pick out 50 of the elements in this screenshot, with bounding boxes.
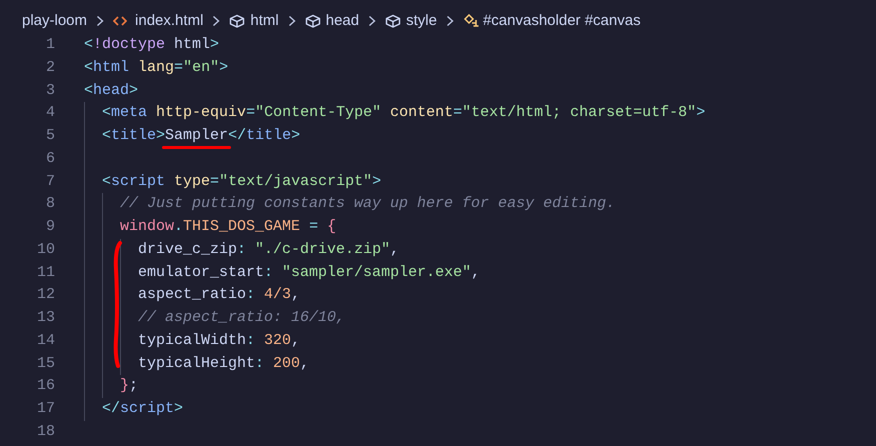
code-comment: // aspect_ratio: 16/10, (138, 308, 346, 328)
code-comment: // Just putting constants way up here for easy editing. (120, 194, 616, 214)
code-line: drive_c_zip: "./c-drive.zip", (138, 240, 400, 260)
cube-icon (229, 14, 246, 28)
line-number: 14 (36, 330, 56, 351)
line-number: 17 (36, 399, 56, 420)
chevron-icon (288, 15, 296, 27)
line-number: 8 (44, 194, 56, 214)
breadcrumb-item[interactable]: play-loom (22, 10, 88, 32)
line-number: 16 (36, 376, 56, 396)
code-line: emulator_start: "sampler/sampler.exe", (138, 262, 480, 283)
code-line: <!doctype html> (84, 35, 220, 56)
code-brackets-icon (113, 15, 128, 27)
cube-icon (385, 14, 402, 28)
line-number: 13 (36, 308, 56, 328)
code-line: }; (120, 376, 138, 396)
chevron-icon (446, 15, 454, 27)
line-number: 5 (44, 126, 56, 146)
breadcrumb-item[interactable]: head (326, 10, 360, 32)
line-number: 18 (36, 422, 56, 442)
code-line: <title>Sampler</title> (102, 125, 300, 148)
line-number: 7 (44, 172, 56, 192)
breadcrumb-item[interactable]: index.html (135, 10, 204, 32)
chevron-icon (212, 15, 220, 27)
line-number: 9 (44, 217, 56, 238)
code-line: typicalHeight: 200, (138, 354, 310, 374)
line-number: 4 (44, 103, 56, 124)
code-line: <meta http-equiv="Content-Type" content="text/html; charset=utf-8"> (102, 103, 706, 124)
code-line: <head> (84, 80, 138, 101)
code-line: <script type="text/javascript"> (102, 172, 382, 192)
line-number: 10 (36, 240, 56, 260)
line-number: 1 (44, 35, 56, 56)
cube-icon (304, 14, 321, 28)
chevron-icon (96, 15, 104, 27)
chevron-icon (368, 15, 376, 27)
code-line: aspect_ratio: 4/3, (138, 285, 300, 306)
breadcrumb-item[interactable]: style (406, 10, 437, 32)
breadcrumb-item[interactable]: #canvasholder #canvas (482, 10, 641, 32)
line-number: 15 (36, 354, 56, 374)
line-number: 6 (44, 148, 56, 169)
code-line: window.THIS_DOS_GAME = { (120, 217, 336, 238)
line-number: 11 (36, 262, 56, 283)
code-line: typicalWidth: 320, (138, 330, 300, 351)
line-number: 12 (36, 285, 56, 306)
code-line: <html lang="en"> (84, 58, 228, 78)
symbol-nodes-icon (462, 14, 480, 28)
line-number: 2 (44, 58, 56, 78)
code-line: </script> (102, 399, 184, 420)
breadcrumb-item[interactable]: html (250, 10, 279, 32)
line-number: 3 (44, 80, 56, 101)
